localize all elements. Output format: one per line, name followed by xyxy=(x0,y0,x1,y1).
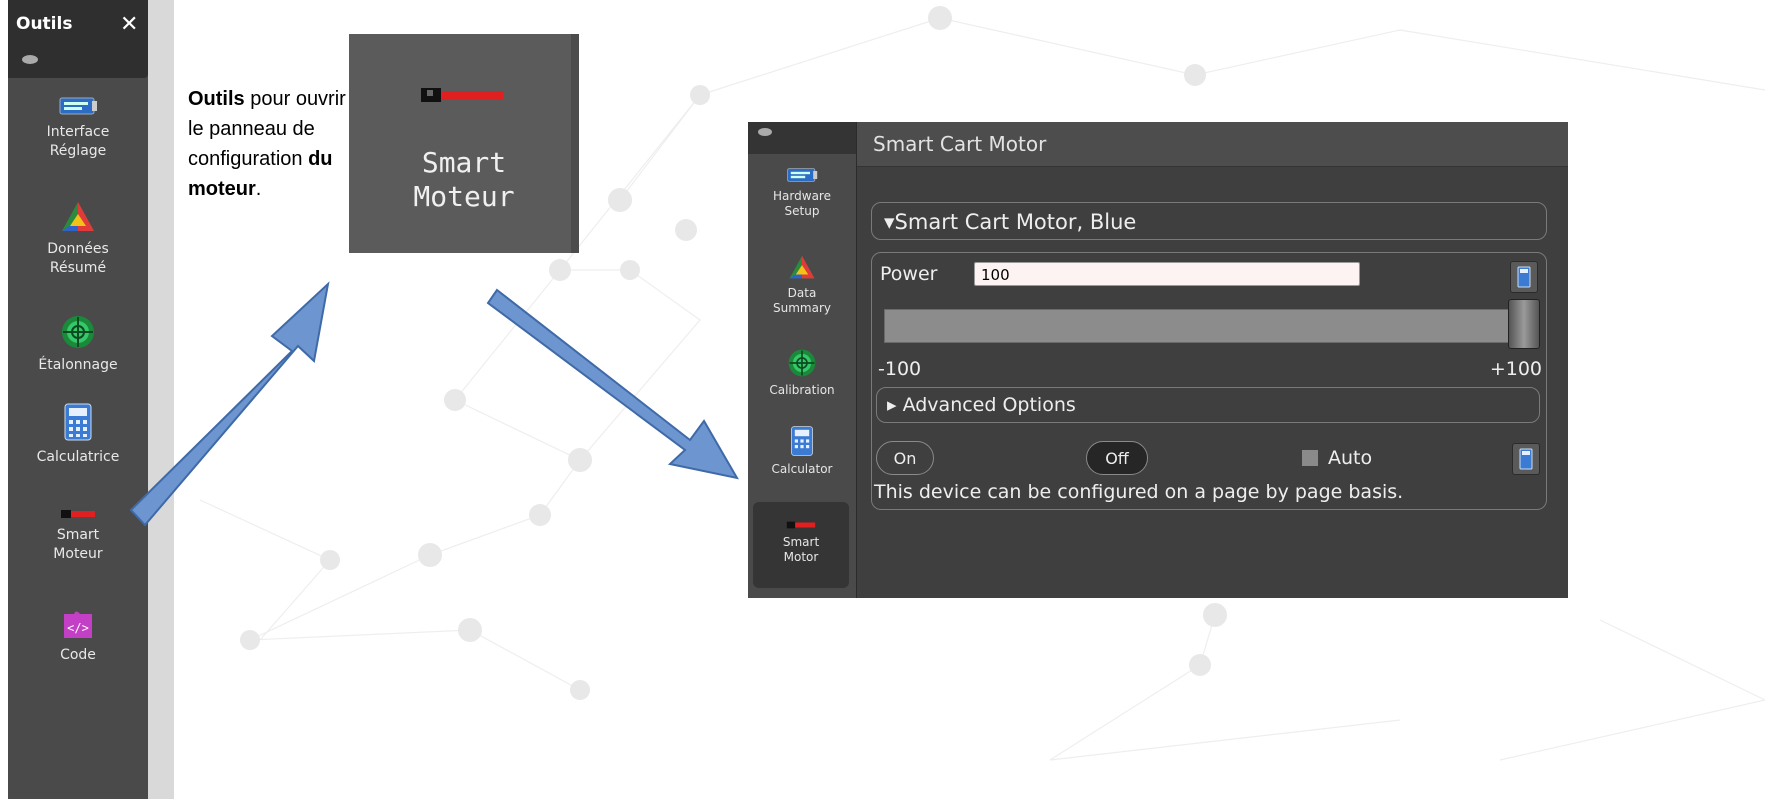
window-sidebar: Hardware Setup Data Summary Calibration xyxy=(748,122,857,598)
eye-icon[interactable] xyxy=(758,128,772,136)
arrow-up-right xyxy=(129,281,330,527)
range-max-label: +100 xyxy=(1489,358,1542,380)
auto-label: Auto xyxy=(1328,447,1373,469)
sidebar-item-calculator[interactable]: Calculator xyxy=(748,425,856,477)
calculator-icon xyxy=(1517,266,1531,288)
auto-checkbox[interactable]: Auto xyxy=(1302,447,1372,469)
sidebar-item-data-summary[interactable]: Data Summary xyxy=(748,254,856,316)
power-label: Power xyxy=(880,263,938,285)
smart-cart-motor-window: Hardware Setup Data Summary Calibration xyxy=(748,122,1568,598)
sidebar-item-label: Calibration xyxy=(769,383,835,397)
off-button[interactable]: Off xyxy=(1086,441,1148,475)
power-slider-thumb[interactable] xyxy=(1508,299,1540,349)
calculator-icon xyxy=(1519,448,1533,470)
hardware-setup-icon xyxy=(787,168,818,182)
output-calculator-button[interactable] xyxy=(1512,443,1540,475)
sidebar-top xyxy=(748,122,856,154)
device-header[interactable]: ▾Smart Cart Motor, Blue xyxy=(871,202,1547,240)
smart-motor-icon xyxy=(786,521,816,529)
sidebar-item-label: Calculator xyxy=(771,462,833,476)
sidebar-item-smart-motor[interactable]: Smart Motor xyxy=(753,502,849,588)
power-input[interactable]: 100 xyxy=(974,262,1360,286)
data-summary-icon xyxy=(789,255,815,279)
sidebar-item-label: Smart Motor xyxy=(782,535,820,564)
calibration-icon xyxy=(788,349,816,377)
on-button[interactable]: On xyxy=(876,441,934,475)
power-calculator-button[interactable] xyxy=(1510,261,1538,293)
sidebar-item-label: Hardware Setup xyxy=(773,189,831,218)
sidebar-item-calibration[interactable]: Calibration xyxy=(748,348,856,398)
sidebar-item-hardware-setup[interactable]: Hardware Setup xyxy=(748,166,856,219)
power-slider-track[interactable] xyxy=(884,309,1510,343)
sidebar-item-label: Data Summary xyxy=(773,286,831,315)
arrow-down-right xyxy=(486,288,739,480)
device-panel: Power 100 -100 +100 ▸ Advanced Options O… xyxy=(871,252,1547,510)
configuration-message: This device can be configured on a page … xyxy=(874,481,1404,503)
checkbox-box[interactable] xyxy=(1302,450,1318,466)
range-min-label: -100 xyxy=(878,358,922,380)
window-main: Smart Cart Motor ▾Smart Cart Motor, Blue… xyxy=(857,122,1568,598)
window-title: Smart Cart Motor xyxy=(857,122,1568,167)
calculator-icon xyxy=(791,426,813,456)
advanced-options-toggle[interactable]: ▸ Advanced Options xyxy=(876,387,1540,423)
